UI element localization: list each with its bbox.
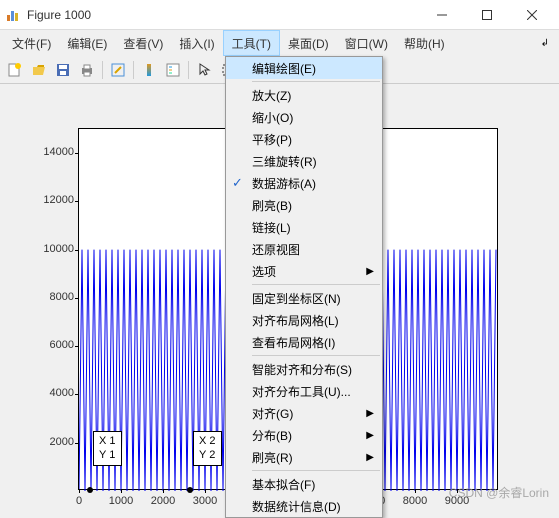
dropdown-item[interactable]: 刷亮(R)▶	[226, 446, 382, 468]
minimize-button[interactable]	[419, 0, 464, 30]
dropdown-item[interactable]: 三维旋转(R)	[226, 150, 382, 172]
menu-tools[interactable]: 工具(T)	[223, 30, 280, 56]
dropdown-item[interactable]: 选项▶	[226, 260, 382, 282]
pointer-icon[interactable]	[193, 59, 215, 81]
datatip-2[interactable]: X 2 Y 2	[193, 431, 222, 466]
app-icon	[5, 7, 21, 23]
datatip-1-marker	[87, 487, 93, 493]
dropdown-item[interactable]: 固定到坐标区(N)	[226, 287, 382, 309]
tools-dropdown: 编辑绘图(E)放大(Z)缩小(O)平移(P)三维旋转(R)✓数据游标(A)刷亮(…	[225, 56, 383, 518]
dropdown-item[interactable]: 平移(P)	[226, 128, 382, 150]
close-button[interactable]	[509, 0, 554, 30]
menu-window[interactable]: 窗口(W)	[337, 30, 396, 56]
datatip-1[interactable]: X 1 Y 1	[93, 431, 122, 466]
new-figure-icon[interactable]	[4, 59, 26, 81]
dropdown-item[interactable]: ✓数据游标(A)	[226, 172, 382, 194]
dropdown-item[interactable]: 查看布局网格(I)	[226, 331, 382, 353]
legend-icon[interactable]	[162, 59, 184, 81]
dropdown-item[interactable]: 基本拟合(F)	[226, 473, 382, 495]
dropdown-item[interactable]: 智能对齐和分布(S)	[226, 358, 382, 380]
menu-overflow[interactable]: ↲	[535, 30, 555, 56]
dropdown-item[interactable]: 还原视图	[226, 238, 382, 260]
menu-edit[interactable]: 编辑(E)	[59, 30, 115, 56]
window-title: Figure 1000	[27, 8, 419, 22]
datatip-2-marker	[187, 487, 193, 493]
save-icon[interactable]	[52, 59, 74, 81]
menu-insert[interactable]: 插入(I)	[171, 30, 222, 56]
menu-help[interactable]: 帮助(H)	[396, 30, 453, 56]
menu-file[interactable]: 文件(F)	[4, 30, 59, 56]
dropdown-item[interactable]: 数据统计信息(D)	[226, 495, 382, 517]
colorbar-icon[interactable]	[138, 59, 160, 81]
titlebar: Figure 1000	[0, 0, 559, 30]
print-icon[interactable]	[76, 59, 98, 81]
dropdown-item[interactable]: 缩小(O)	[226, 106, 382, 128]
menubar: 文件(F) 编辑(E) 查看(V) 插入(I) 工具(T) 桌面(D) 窗口(W…	[0, 30, 559, 56]
dropdown-item[interactable]: 刷亮(B)	[226, 194, 382, 216]
open-icon[interactable]	[28, 59, 50, 81]
dropdown-item[interactable]: 放大(Z)	[226, 84, 382, 106]
dropdown-item[interactable]: 链接(L)	[226, 216, 382, 238]
dropdown-item[interactable]: 分布(B)▶	[226, 424, 382, 446]
dropdown-item[interactable]: 编辑绘图(E)	[226, 57, 382, 79]
watermark: CSDN @余睿Lorin	[449, 484, 549, 501]
dropdown-item[interactable]: 对齐(G)▶	[226, 402, 382, 424]
menu-view[interactable]: 查看(V)	[115, 30, 171, 56]
menu-desktop[interactable]: 桌面(D)	[280, 30, 337, 56]
link-icon[interactable]	[107, 59, 129, 81]
dropdown-item[interactable]: 对齐分布工具(U)...	[226, 380, 382, 402]
dropdown-item[interactable]: 对齐布局网格(L)	[226, 309, 382, 331]
maximize-button[interactable]	[464, 0, 509, 30]
